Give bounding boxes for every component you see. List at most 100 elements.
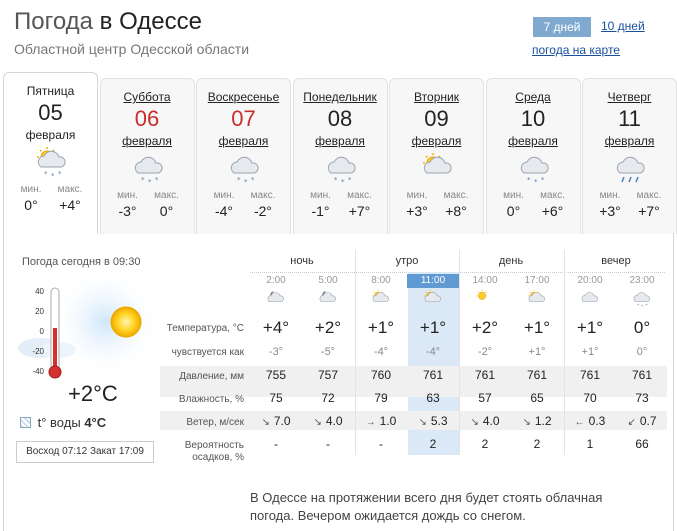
day-tab[interactable]: Пятница 05 февраля * * * мин. макс. 0° +4°: [3, 72, 98, 234]
wind-direction-icon: →: [365, 417, 376, 428]
water-temperature: t° воды 4°C: [20, 415, 106, 430]
sunset-time: 17:09: [118, 446, 144, 457]
svg-text:*: *: [527, 176, 531, 184]
tab-10-days[interactable]: 10 дней: [601, 19, 645, 33]
svg-text:*: *: [348, 176, 352, 184]
cloud-snow-icon: * * *: [227, 153, 263, 187]
sun-icon: [473, 290, 497, 310]
feels-cell: -4°: [425, 346, 441, 358]
segment-label: ночь: [290, 255, 314, 267]
min-label: мин.: [406, 190, 428, 201]
row-label-pressure: Давление, мм: [179, 371, 244, 382]
humidity-cell: 57: [478, 391, 492, 405]
day-number: 06: [134, 106, 160, 131]
scale-tick: -20: [32, 347, 44, 356]
day-month: февраля: [122, 134, 172, 148]
day-tab[interactable]: Понедельник 08 февраля * * * мин. макс. -1° +7°: [292, 78, 388, 234]
wind-speed: 0.7: [639, 414, 657, 428]
row-label-feels: чувствуется как: [171, 347, 244, 358]
pressure-cell: 761: [422, 368, 444, 382]
partly-cloudy-icon: [369, 290, 393, 310]
day-month: февраля: [411, 134, 462, 148]
hour-label: 5:00: [318, 275, 338, 286]
svg-text:*: *: [155, 176, 159, 184]
day-name: Пятница: [26, 84, 75, 98]
day-name: Понедельник: [303, 90, 377, 104]
min-label: мин.: [310, 190, 331, 201]
day-tabs: Пятница 05 февраля * * * мин. макс. 0° +4° Суббота…: [3, 72, 677, 234]
scale-tick: 20: [35, 307, 44, 316]
wind-direction-icon: ↘: [522, 417, 531, 428]
max-label: макс.: [540, 190, 565, 201]
day-tab[interactable]: Воскресенье 07 февраля * * * мин. макс. -4° -2°: [196, 78, 291, 234]
feels-cell: +1°: [581, 346, 599, 358]
day-tab[interactable]: Среда 10 февраля * * * мин. макс. 0° +6°: [485, 78, 581, 234]
partly-cloudy-icon: [525, 290, 549, 310]
pressure-cell: 757: [317, 368, 339, 382]
day-number: 05: [38, 100, 63, 125]
day-number: 07: [231, 106, 256, 131]
day-name: Суббота: [123, 90, 171, 104]
svg-text:*: *: [641, 304, 643, 309]
precip-cell: 2: [429, 437, 437, 451]
day-tab[interactable]: Суббота 06 февраля * * * мин. макс. -3° 0°: [99, 78, 195, 234]
row-label-humidity: Влажность, %: [178, 394, 244, 405]
day-name: Воскресенье: [207, 90, 280, 104]
humidity-cell: 72: [321, 391, 335, 405]
day-number: 08: [327, 106, 353, 131]
min-temp: +3°: [599, 203, 621, 219]
svg-text:*: *: [44, 170, 48, 178]
wind-speed: 4.0: [325, 414, 343, 428]
pressure-cell: 760: [370, 368, 392, 382]
day-number: 11: [618, 106, 641, 131]
pressure-cell: 761: [631, 368, 653, 382]
precip-cell: -: [274, 437, 278, 451]
feels-cell: -3°: [268, 346, 284, 358]
hour-label: 20:00: [577, 275, 603, 286]
row-label-wind: Ветер, м/сек: [186, 417, 244, 428]
max-label: макс.: [443, 190, 469, 201]
page-title: Погода в Одессе: [14, 8, 202, 36]
temp-cell: +1°: [419, 318, 447, 337]
wind-cell: ↘ 7.0: [250, 414, 302, 428]
max-temp: +8°: [445, 203, 467, 219]
min-temp: +3°: [406, 203, 428, 219]
wind-cell: ↘ 4.0: [302, 414, 354, 428]
cloud-snow-icon: * * *: [131, 153, 167, 187]
day-number: 10: [520, 106, 546, 131]
hour-label: 8:00: [371, 275, 391, 286]
max-temp: +4°: [59, 197, 81, 213]
hour-label: 17:00: [524, 275, 550, 286]
day-month: февраля: [604, 134, 655, 148]
precip-cell: 2: [481, 437, 489, 451]
wind-cell: → 1.0: [355, 414, 407, 428]
day-name: Четверг: [607, 90, 652, 104]
wind-speed: 1.0: [379, 414, 397, 428]
max-temp: +6°: [541, 203, 564, 219]
cloud-snow-icon: * * *: [630, 290, 654, 310]
wind-speed: 4.0: [482, 414, 500, 428]
svg-text:*: *: [251, 176, 255, 184]
sunset-label: Закат: [89, 446, 117, 457]
map-link[interactable]: погода на карте: [532, 43, 620, 57]
day-name: Вторник: [414, 90, 459, 104]
temp-cell: 0°: [633, 318, 651, 337]
wind-cell: ↘ 1.2: [511, 414, 563, 428]
segment-label: день: [498, 255, 524, 267]
cloud-snow-icon: * * *: [517, 153, 553, 187]
humidity-cell: 79: [374, 391, 388, 405]
row-label-temp: Температура, °С: [166, 323, 244, 334]
max-label: макс.: [347, 190, 372, 201]
day-tab[interactable]: Четверг 11 февраля мин. макс. +3° +7°: [582, 78, 677, 234]
partly-sunny-icon: [420, 153, 456, 187]
svg-text:*: *: [646, 303, 648, 308]
night-cloud-icon: [316, 290, 340, 310]
day-tab[interactable]: Вторник 09 февраля мин. макс. +3° +8°: [389, 78, 484, 234]
max-label: макс.: [250, 190, 276, 201]
min-temp: 0°: [506, 203, 521, 219]
tab-7-days[interactable]: 7 дней: [533, 17, 591, 37]
row-label-precip-2: осадков, %: [192, 452, 244, 463]
humidity-cell: 63: [426, 391, 440, 405]
sunrise-sunset: Восход 07:12 Закат 17:09: [16, 441, 154, 463]
max-temp: 0°: [159, 203, 174, 219]
